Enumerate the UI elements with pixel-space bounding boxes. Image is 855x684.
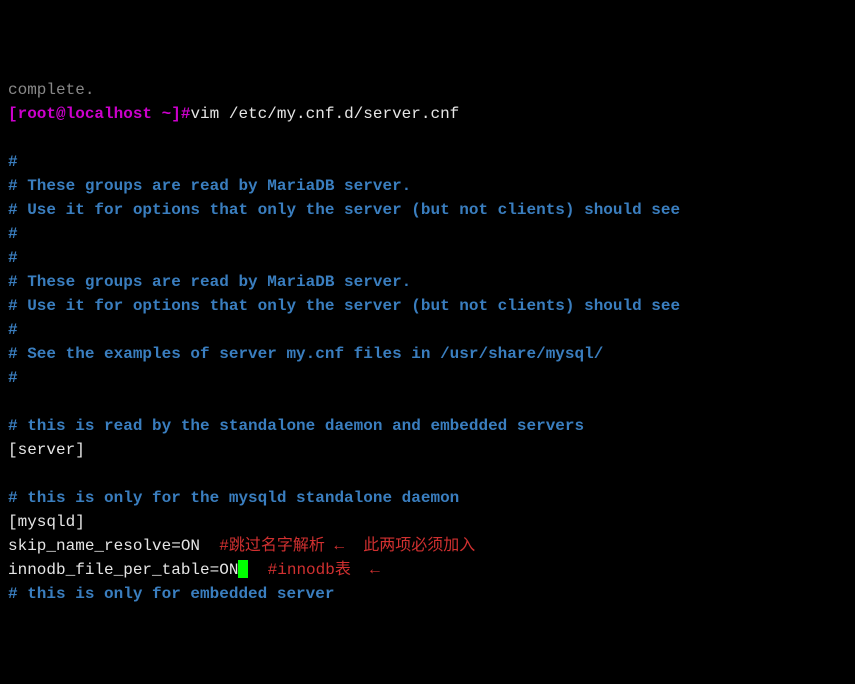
cnf-section-server: [server]	[8, 441, 85, 459]
annotation-tip: 此两项必须加入	[363, 537, 475, 555]
shell-prompt: [root@localhost ~]#	[8, 105, 190, 123]
arrow-left-icon: ←	[334, 537, 344, 555]
cnf-comment: # These groups are read by MariaDB serve…	[8, 273, 411, 291]
cnf-comment: #	[8, 153, 18, 171]
terminal-cursor	[238, 560, 248, 578]
prev-line-fragment: complete.	[8, 81, 94, 99]
cnf-directive: skip_name_resolve=ON	[8, 537, 200, 555]
cnf-section-mysqld: [mysqld]	[8, 513, 85, 531]
cnf-comment: # See the examples of server my.cnf file…	[8, 345, 603, 363]
cnf-comment: # Use it for options that only the serve…	[8, 201, 680, 219]
annotation-innodb: #innodb表	[268, 561, 351, 579]
cnf-comment: #	[8, 321, 18, 339]
annotation-skip-name-resolve: #跳过名字解析	[219, 537, 325, 555]
cnf-comment: #	[8, 249, 18, 267]
cnf-comment: #	[8, 369, 18, 387]
cnf-directive: innodb_file_per_table=ON	[8, 561, 238, 579]
cnf-comment: # Use it for options that only the serve…	[8, 297, 680, 315]
cnf-comment: #	[8, 225, 18, 243]
cnf-comment: # this is only for embedded server	[8, 585, 334, 603]
cnf-comment: # this is only for the mysqld standalone…	[8, 489, 459, 507]
cnf-comment: # These groups are read by MariaDB serve…	[8, 177, 411, 195]
shell-command: vim /etc/my.cnf.d/server.cnf	[190, 105, 459, 123]
cnf-comment: # this is read by the standalone daemon …	[8, 417, 584, 435]
arrow-left-icon: ←	[370, 561, 380, 579]
